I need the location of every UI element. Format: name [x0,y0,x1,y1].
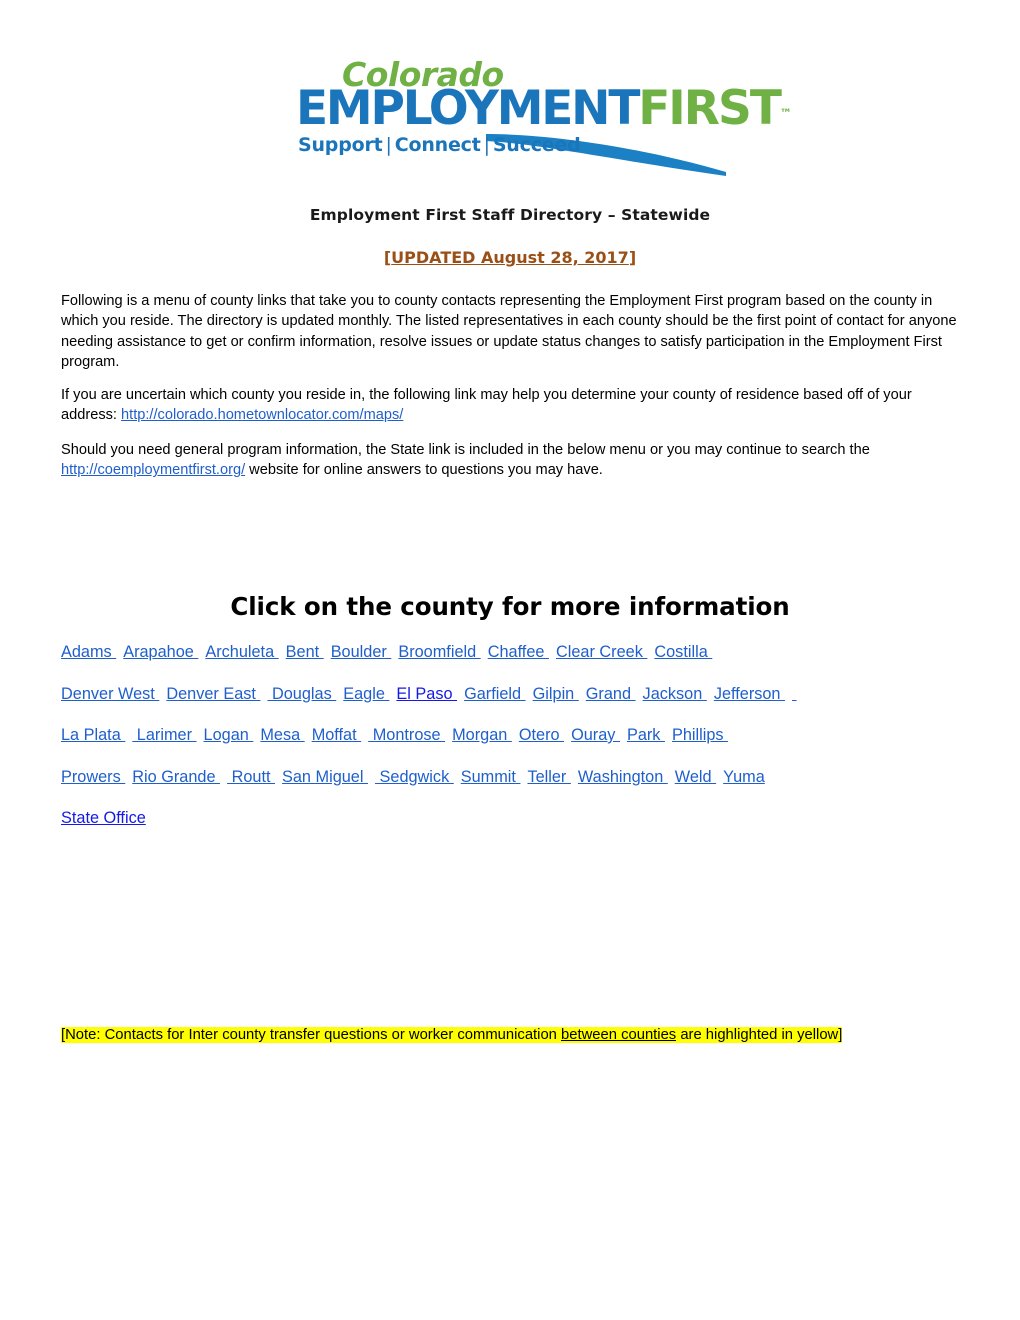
tagline-separator-2: | [483,134,490,156]
note-text-part-3: are highlighted in yellow] [676,1027,843,1043]
tagline-support: Support [298,134,383,156]
updated-close-bracket: ] [628,248,637,267]
county-link-logan[interactable]: Logan [204,726,254,744]
county-link-prowers[interactable]: Prowers [61,768,125,786]
county-link-ouray[interactable]: Ouray [571,726,620,744]
highlighted-note: [Note: Contacts for Inter county transfe… [61,1021,951,1049]
tagline-connect: Connect [394,134,481,156]
county-link-jefferson[interactable]: Jefferson [714,685,785,703]
county-row-2: Denver West Denver East Douglas Eagle El… [61,683,971,725]
county-link-spacer[interactable] [792,685,797,703]
menu-heading: Click on the county for more information [230,592,790,621]
state-info-paragraph: Should you need general program informat… [61,440,959,481]
county-link-summit[interactable]: Summit [461,768,521,786]
county-link-moffat[interactable]: Moffat [312,726,361,744]
county-row-1: Adams Arapahoe Archuleta Bent Boulder Br… [61,641,971,683]
note-text-underlined: between counties [561,1027,677,1043]
tagline-succeed: Succeed [492,134,581,156]
county-link-adams[interactable]: Adams [61,643,116,661]
county-link-archuleta[interactable]: Archuleta [205,643,278,661]
county-link-bent[interactable]: Bent [286,643,324,661]
updated-date-text: UPDATED August 28, 2017 [391,248,629,267]
state-office-row: State Office [61,807,146,829]
tagline-separator-1: | [385,134,392,156]
logo-tagline: Support | Connect | Succeed [298,134,581,156]
county-link-sedgwick[interactable]: Sedgwick [375,768,454,786]
state-info-text-before: Should you need general program informat… [61,442,870,458]
county-link-teller[interactable]: Teller [527,768,570,786]
county-link-morgan[interactable]: Morgan [452,726,512,744]
county-link-montrose[interactable]: Montrose [368,726,445,744]
state-info-text-after: website for online answers to questions … [245,462,603,479]
county-link-washington[interactable]: Washington [578,768,668,786]
county-link-routt[interactable]: Routt [227,768,275,786]
county-link-garfield[interactable]: Garfield [464,685,526,703]
updated-date-banner: [UPDATED August 28, 2017] [0,248,1020,267]
county-link-chaffee[interactable]: Chaffee [488,643,549,661]
intro-paragraph: Following is a menu of county links that… [61,293,957,371]
county-link-eagle[interactable]: Eagle [343,685,389,703]
county-link-park[interactable]: Park [627,726,665,744]
county-link-yuma[interactable]: Yuma [723,768,765,786]
county-link-mesa[interactable]: Mesa [260,726,304,744]
hometownlocator-link[interactable]: http://colorado.hometownlocator.com/maps… [121,407,403,423]
page-title: Employment First Staff Directory – State… [309,206,711,224]
county-link-larimer[interactable]: Larimer [132,726,196,744]
county-link-san-miguel[interactable]: San Miguel [282,768,368,786]
county-link-douglas[interactable]: Douglas [267,685,336,703]
county-link-weld[interactable]: Weld [675,768,716,786]
county-link-el-paso[interactable]: El Paso [396,685,457,703]
county-link-rio-grande[interactable]: Rio Grande [132,768,220,786]
coemploymentfirst-link[interactable]: http://coemploymentfirst.org/ [61,462,245,478]
county-link-grand[interactable]: Grand [586,685,636,703]
county-link-la-plata[interactable]: La Plata [61,726,125,744]
county-link-boulder[interactable]: Boulder [331,643,392,661]
county-link-arapahoe[interactable]: Arapahoe [123,643,198,661]
county-link-jackson[interactable]: Jackson [643,685,707,703]
county-row-3: La Plata Larimer Logan Mesa Moffat Montr… [61,724,971,766]
county-link-gilpin[interactable]: Gilpin [533,685,579,703]
county-link-denver-west[interactable]: Denver West [61,685,159,703]
logo-word-first: FIRST [638,81,782,136]
note-text-part-1: [Note: Contacts for Inter county transfe… [61,1027,562,1043]
county-links-menu: Adams Arapahoe Archuleta Bent Boulder Br… [61,641,971,807]
county-link-costilla[interactable]: Costilla [654,643,712,661]
logo-word-employment: EMPLOYMENT [296,81,640,136]
county-link-phillips[interactable]: Phillips [672,726,728,744]
document-page: Colorado EMPLOYMENTFIRST™ Support | Connec… [0,0,1020,1320]
colorado-employment-first-logo: Colorado EMPLOYMENTFIRST™ Support | Connec… [296,58,792,176]
county-link-otero[interactable]: Otero [519,726,564,744]
county-link-denver-east[interactable]: Denver East [166,685,260,703]
county-link-state-office[interactable]: State Office [61,809,146,827]
county-link-clear-creek[interactable]: Clear Creek [556,643,647,661]
logo-wordmark: EMPLOYMENTFIRST™ [296,85,792,132]
county-lookup-paragraph: If you are uncertain which county you re… [61,385,959,426]
trademark-icon: ™ [779,106,792,121]
county-link-broomfield[interactable]: Broomfield [398,643,480,661]
county-row-4: Prowers Rio Grande Routt San Miguel Sedg… [61,766,971,808]
